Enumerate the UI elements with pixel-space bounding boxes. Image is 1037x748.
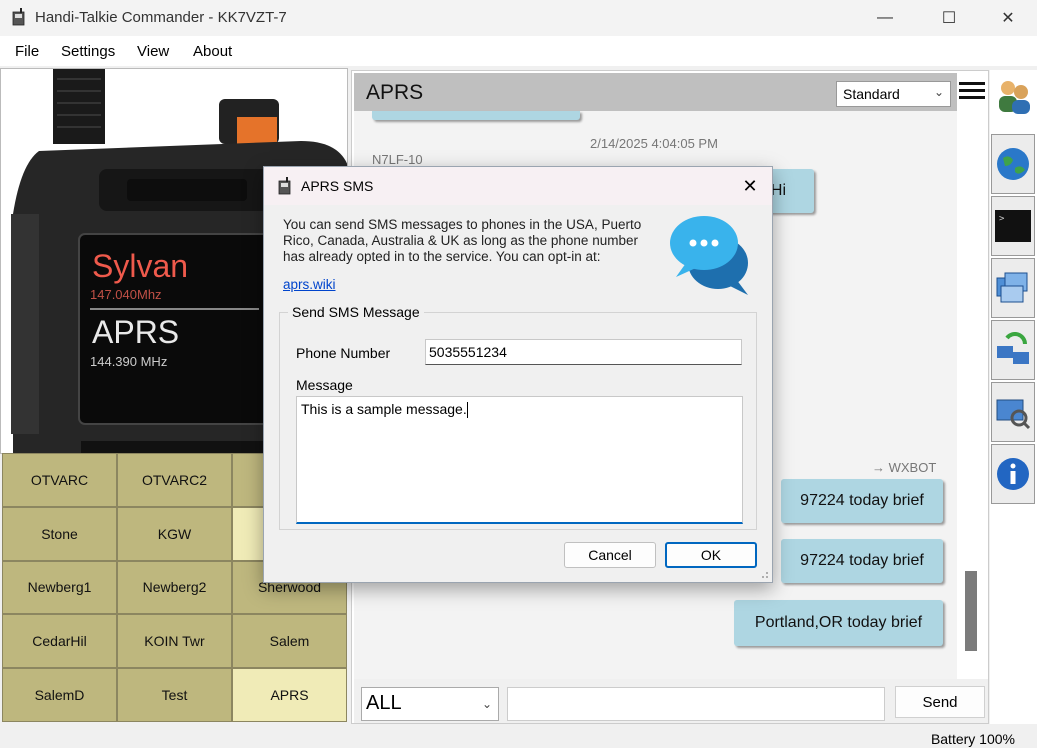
message-label: Message bbox=[296, 377, 353, 393]
channel-button[interactable]: OTVARC bbox=[2, 453, 117, 507]
aprs-sms-dialog: APRS SMS ✕ You can send SMS messages to … bbox=[263, 166, 773, 583]
radio-mode-freq: 144.390 MHz bbox=[90, 354, 168, 369]
message-bubble: 97224 today brief bbox=[781, 539, 943, 583]
radio-app-icon bbox=[278, 177, 291, 195]
radio-channel-name: Sylvan bbox=[92, 248, 189, 284]
compose-bar: ALL ⌄ Send bbox=[354, 679, 988, 723]
status-bar: Battery 100% bbox=[0, 726, 1037, 748]
phone-number-input[interactable]: 5035551234 bbox=[425, 339, 742, 365]
terminal-icon[interactable]: > bbox=[991, 196, 1035, 256]
dialog-title: APRS SMS bbox=[301, 178, 374, 194]
dialog-description: You can send SMS messages to phones in t… bbox=[283, 217, 642, 264]
opt-in-link[interactable]: aprs.wiki bbox=[283, 277, 336, 292]
channel-button[interactable]: KGW bbox=[117, 506, 232, 561]
radio-mode-name: APRS bbox=[92, 314, 180, 350]
maximize-button[interactable]: ☐ bbox=[926, 0, 972, 36]
view-mode-value: Standard bbox=[843, 86, 900, 102]
message-bubble: Portland,OR today brief bbox=[734, 600, 943, 646]
message-bubble-partial bbox=[372, 111, 580, 120]
message-text: This is a sample message. bbox=[301, 401, 467, 417]
menu-bar: File Settings View About bbox=[0, 36, 1037, 66]
channel-button[interactable]: Stone bbox=[2, 506, 117, 561]
aprs-header: APRS Standard ⌄ bbox=[354, 73, 957, 111]
network-sync-icon[interactable] bbox=[991, 320, 1035, 380]
minimize-button[interactable]: — bbox=[862, 0, 908, 36]
channel-button[interactable]: CedarHil bbox=[2, 614, 117, 669]
monitor-search-icon[interactable] bbox=[991, 382, 1035, 442]
groupbox-title: Send SMS Message bbox=[288, 304, 424, 320]
window-title: Handi-Talkie Commander - KK7VZT-7 bbox=[35, 9, 287, 26]
radio-channel-freq: 147.040Mhz bbox=[90, 287, 162, 302]
message-textarea[interactable]: This is a sample message. bbox=[296, 396, 743, 524]
globe-icon[interactable] bbox=[991, 134, 1035, 194]
phone-number-label: Phone Number bbox=[296, 345, 391, 361]
dialog-close-button[interactable]: ✕ bbox=[736, 173, 764, 199]
cancel-button[interactable]: Cancel bbox=[564, 542, 656, 568]
chat-bubble-icon bbox=[670, 216, 748, 295]
message-scrollbar[interactable] bbox=[965, 571, 977, 651]
channel-button[interactable]: OTVARC2 bbox=[117, 453, 232, 507]
text-caret bbox=[466, 402, 468, 419]
destination-value: ALL bbox=[366, 692, 402, 714]
channel-button[interactable]: KOIN Twr bbox=[117, 614, 232, 669]
radio-app-icon bbox=[12, 8, 25, 26]
channel-button[interactable]: Newberg2 bbox=[117, 560, 232, 615]
message-recipient: → WXBOT bbox=[872, 460, 937, 475]
message-input[interactable] bbox=[507, 687, 885, 721]
channel-button[interactable]: Test bbox=[117, 668, 232, 722]
message-bubble: 97224 today brief bbox=[781, 479, 943, 523]
channel-button[interactable]: SalemD bbox=[2, 668, 117, 722]
close-window-button[interactable]: ✕ bbox=[985, 0, 1031, 36]
info-icon[interactable] bbox=[991, 444, 1035, 504]
channel-button[interactable]: Newberg1 bbox=[2, 560, 117, 615]
ok-button[interactable]: OK bbox=[665, 542, 757, 568]
channel-button-active[interactable]: APRS bbox=[232, 668, 347, 722]
windows-icon[interactable] bbox=[991, 258, 1035, 318]
menu-view[interactable]: View bbox=[137, 43, 169, 60]
send-button[interactable]: Send bbox=[895, 686, 985, 718]
message-timestamp: 2/14/2025 4:04:05 PM bbox=[590, 136, 718, 151]
resize-grip-icon[interactable] bbox=[759, 569, 769, 579]
chevron-down-icon: ⌄ bbox=[933, 85, 944, 99]
menu-settings[interactable]: Settings bbox=[61, 43, 115, 60]
view-mode-select[interactable]: Standard ⌄ bbox=[836, 81, 951, 107]
svg-text:>: > bbox=[999, 214, 1005, 224]
right-sidebar: > bbox=[990, 70, 1037, 724]
hamburger-menu-icon[interactable] bbox=[957, 79, 987, 105]
menu-file[interactable]: File bbox=[15, 43, 39, 60]
dialog-title-bar: APRS SMS ✕ bbox=[264, 167, 772, 205]
aprs-title: APRS bbox=[366, 81, 424, 104]
chevron-down-icon: ⌄ bbox=[481, 697, 492, 711]
channel-button[interactable]: Salem bbox=[232, 614, 347, 669]
menu-about[interactable]: About bbox=[193, 43, 232, 60]
destination-select[interactable]: ALL ⌄ bbox=[361, 687, 499, 721]
battery-status: Battery 100% bbox=[930, 731, 1015, 747]
title-bar: Handi-Talkie Commander - KK7VZT-7 — ☐ ✕ bbox=[0, 0, 1037, 36]
message-sender: N7LF-10 bbox=[372, 152, 423, 167]
users-icon[interactable] bbox=[994, 76, 1034, 116]
